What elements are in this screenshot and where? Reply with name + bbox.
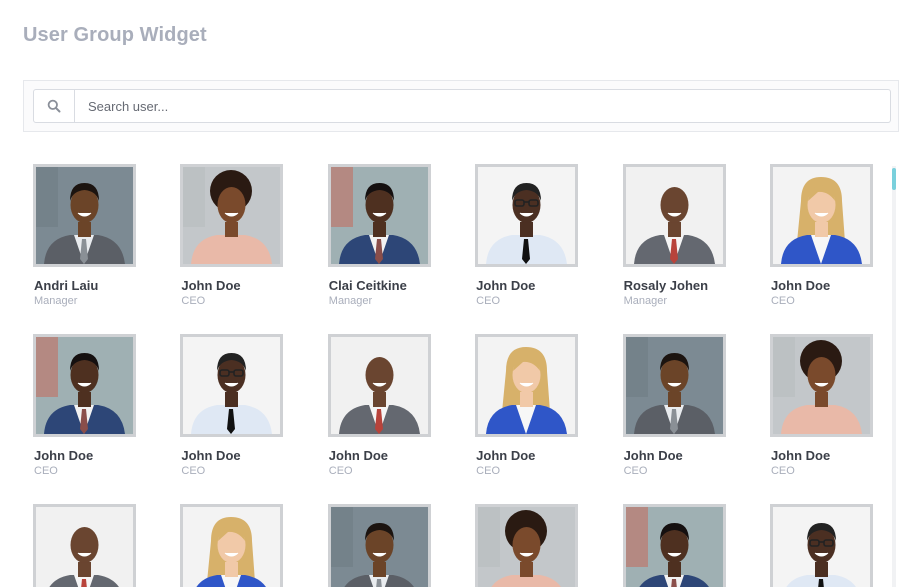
user-role: CEO: [623, 465, 648, 477]
user-role: CEO: [181, 465, 206, 477]
user-card[interactable]: John Doe CEO: [33, 334, 136, 477]
avatar[interactable]: [327, 504, 431, 587]
avatar[interactable]: [622, 164, 726, 267]
user-card[interactable]: Clai Ceitkine Manager: [327, 164, 431, 307]
avatar[interactable]: [33, 504, 136, 587]
user-name[interactable]: John Doe: [34, 448, 136, 463]
user-card[interactable]: John Doe CEO: [180, 164, 284, 307]
user-card[interactable]: John Doe CEO: [475, 334, 579, 477]
avatar[interactable]: [769, 164, 873, 267]
avatar[interactable]: [180, 164, 284, 267]
avatar[interactable]: [33, 334, 136, 437]
user-name[interactable]: John Doe: [476, 278, 578, 293]
user-name[interactable]: John Doe: [181, 278, 283, 293]
user-role: CEO: [328, 465, 353, 477]
user-card[interactable]: Andri Laiu Manager: [33, 164, 136, 307]
avatar[interactable]: [622, 504, 726, 587]
user-role: Manager: [328, 295, 373, 307]
user-card[interactable]: Rosaly Johen Manager: [622, 164, 726, 307]
avatar[interactable]: [180, 504, 284, 587]
avatar[interactable]: [622, 334, 726, 437]
user-card[interactable]: John Doe CEO: [180, 334, 284, 477]
user-role: CEO: [476, 465, 501, 477]
avatar[interactable]: [475, 164, 579, 267]
user-name[interactable]: John Doe: [771, 448, 873, 463]
user-name[interactable]: John Doe: [624, 448, 726, 463]
user-card[interactable]: [769, 504, 873, 587]
user-card[interactable]: John Doe CEO: [475, 164, 579, 307]
search-icon[interactable]: [34, 90, 75, 122]
user-role: CEO: [770, 465, 795, 477]
avatar[interactable]: [475, 334, 579, 437]
avatar[interactable]: [180, 334, 284, 437]
avatar[interactable]: [327, 164, 431, 267]
user-name[interactable]: Andri Laiu: [34, 278, 136, 293]
user-card[interactable]: John Doe CEO: [769, 334, 873, 477]
user-role: CEO: [770, 295, 795, 307]
user-role: Manager: [623, 295, 667, 307]
user-card[interactable]: [327, 504, 431, 587]
avatar[interactable]: [475, 504, 579, 587]
user-name[interactable]: Clai Ceitkine: [329, 278, 431, 293]
user-card[interactable]: [180, 504, 284, 587]
avatar[interactable]: [769, 504, 873, 587]
avatar[interactable]: [33, 164, 136, 267]
search-box[interactable]: [33, 89, 891, 123]
user-name[interactable]: John Doe: [329, 448, 431, 463]
avatar[interactable]: [327, 334, 431, 437]
user-role: CEO: [34, 465, 58, 477]
user-name[interactable]: Rosaly Johen: [624, 278, 726, 293]
user-card[interactable]: John Doe CEO: [769, 164, 873, 307]
user-grid: Andri Laiu Manager John Doe CEO Clai Ceitkin…: [33, 164, 883, 587]
user-card[interactable]: [33, 504, 136, 587]
user-name[interactable]: John Doe: [181, 448, 283, 463]
user-role: CEO: [476, 295, 501, 307]
page-title: User Group Widget: [23, 24, 207, 46]
user-name[interactable]: John Doe: [476, 448, 578, 463]
user-card[interactable]: [475, 504, 579, 587]
scrollbar[interactable]: [892, 166, 896, 587]
scrollbar-thumb[interactable]: [892, 168, 896, 190]
user-card[interactable]: John Doe CEO: [327, 334, 431, 477]
search-input[interactable]: [75, 90, 890, 122]
user-role: Manager: [34, 295, 78, 307]
search-panel: [23, 80, 899, 132]
user-role: CEO: [181, 295, 206, 307]
avatar[interactable]: [769, 334, 873, 437]
user-card[interactable]: John Doe CEO: [622, 334, 726, 477]
user-card[interactable]: [622, 504, 726, 587]
user-name[interactable]: John Doe: [771, 278, 873, 293]
